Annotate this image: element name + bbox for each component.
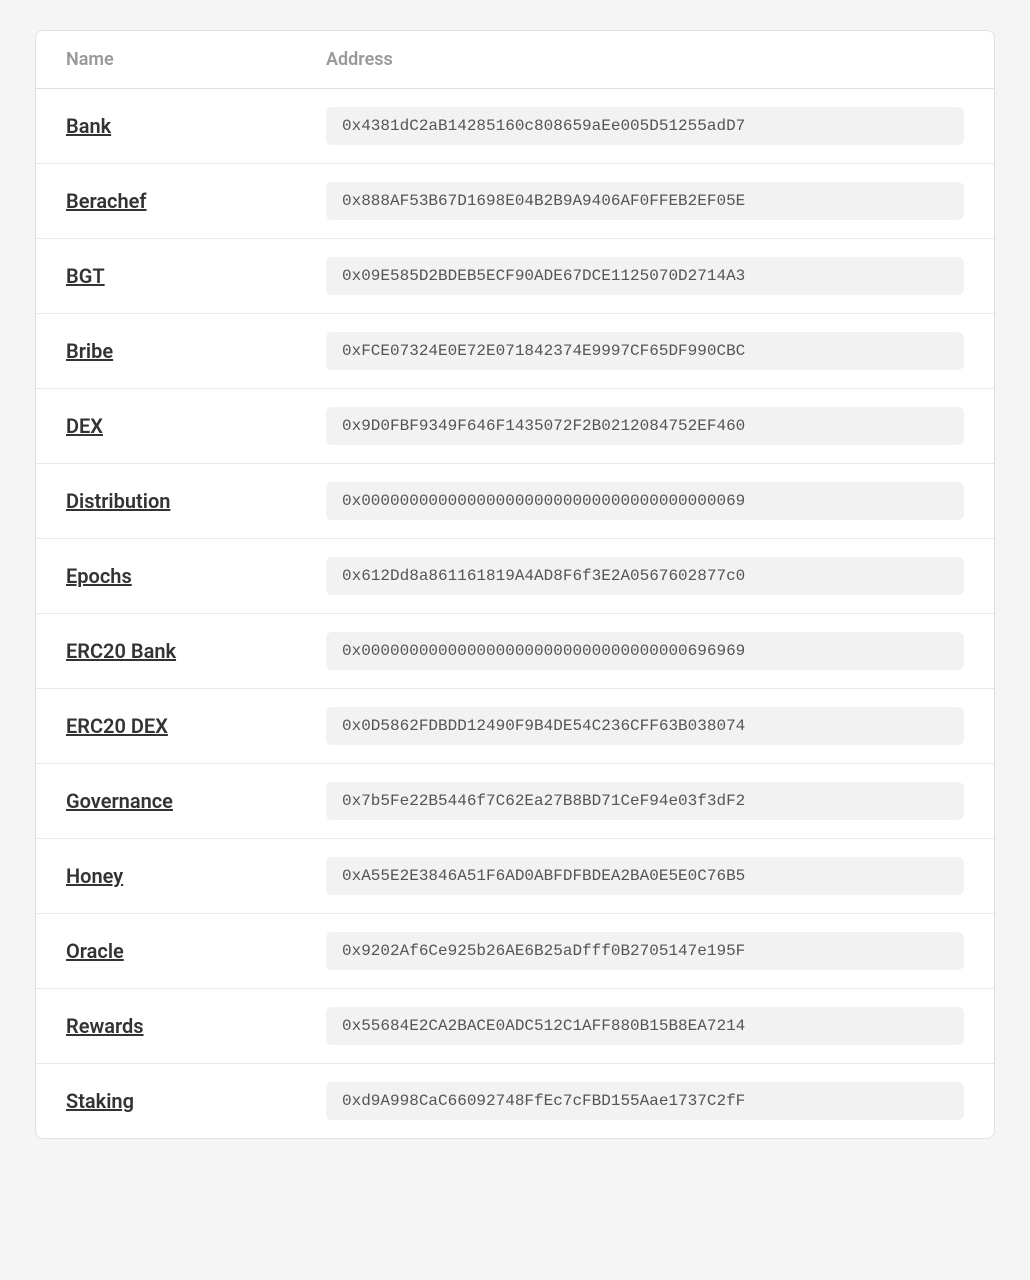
contract-name[interactable]: Bank [66,114,326,138]
contract-address: 0x00000000000000000000000000000000000000… [326,482,964,520]
contract-name[interactable]: Distribution [66,489,326,513]
contract-name[interactable]: Berachef [66,189,326,213]
contract-name[interactable]: Staking [66,1089,326,1113]
contract-address: 0x0D5862FDBDD12490F9B4DE54C236CFF63B0380… [326,707,964,745]
table-row: Distribution0x00000000000000000000000000… [36,464,994,539]
table-row: Staking0xd9A998CaC66092748FfEc7cFBD155Aa… [36,1064,994,1138]
contract-name[interactable]: Epochs [66,564,326,588]
contract-name[interactable]: ERC20 DEX [66,714,326,738]
contract-name[interactable]: ERC20 Bank [66,639,326,663]
contract-address: 0x55684E2CA2BACE0ADC512C1AFF880B15B8EA72… [326,1007,964,1045]
contracts-table: Name Address Bank0x4381dC2aB14285160c808… [35,30,995,1139]
contract-address: 0x00000000000000000000000000000000006969… [326,632,964,670]
table-row: ERC20 DEX0x0D5862FDBDD12490F9B4DE54C236C… [36,689,994,764]
table-row: Bank0x4381dC2aB14285160c808659aEe005D512… [36,89,994,164]
contract-name[interactable]: Rewards [66,1014,326,1038]
contract-address: 0xA55E2E3846A51F6AD0ABFDFBDEA2BA0E5E0C76… [326,857,964,895]
contract-name[interactable]: Oracle [66,939,326,963]
contract-name[interactable]: DEX [66,414,326,438]
table-row: Oracle0x9202Af6Ce925b26AE6B25aDfff0B2705… [36,914,994,989]
contract-name[interactable]: BGT [66,264,326,288]
table-header: Name Address [36,31,994,89]
table-row: Honey0xA55E2E3846A51F6AD0ABFDFBDEA2BA0E5… [36,839,994,914]
table-row: Rewards0x55684E2CA2BACE0ADC512C1AFF880B1… [36,989,994,1064]
table-row: ERC20 Bank0x0000000000000000000000000000… [36,614,994,689]
table-row: BGT0x09E585D2BDEB5ECF90ADE67DCE1125070D2… [36,239,994,314]
contract-address: 0x7b5Fe22B5446f7C62Ea27B8BD71CeF94e03f3d… [326,782,964,820]
contract-name[interactable]: Honey [66,864,326,888]
contract-address: 0x9D0FBF9349F646F1435072F2B0212084752EF4… [326,407,964,445]
contract-address: 0x612Dd8a861161819A4AD8F6f3E2A0567602877… [326,557,964,595]
table-body: Bank0x4381dC2aB14285160c808659aEe005D512… [36,89,994,1138]
contract-address: 0x09E585D2BDEB5ECF90ADE67DCE1125070D2714… [326,257,964,295]
contract-name[interactable]: Governance [66,789,326,813]
table-row: Epochs0x612Dd8a861161819A4AD8F6f3E2A0567… [36,539,994,614]
contract-name[interactable]: Bribe [66,339,326,363]
table-row: Governance0x7b5Fe22B5446f7C62Ea27B8BD71C… [36,764,994,839]
contract-address: 0x888AF53B67D1698E04B2B9A9406AF0FFEB2EF0… [326,182,964,220]
contract-address: 0x4381dC2aB14285160c808659aEe005D51255ad… [326,107,964,145]
contract-address: 0xFCE07324E0E72E071842374E9997CF65DF990C… [326,332,964,370]
name-column-header: Name [66,49,326,70]
contract-address: 0xd9A998CaC66092748FfEc7cFBD155Aae1737C2… [326,1082,964,1120]
table-row: DEX0x9D0FBF9349F646F1435072F2B0212084752… [36,389,994,464]
table-row: Berachef0x888AF53B67D1698E04B2B9A9406AF0… [36,164,994,239]
table-row: Bribe0xFCE07324E0E72E071842374E9997CF65D… [36,314,994,389]
contract-address: 0x9202Af6Ce925b26AE6B25aDfff0B2705147e19… [326,932,964,970]
address-column-header: Address [326,49,964,70]
